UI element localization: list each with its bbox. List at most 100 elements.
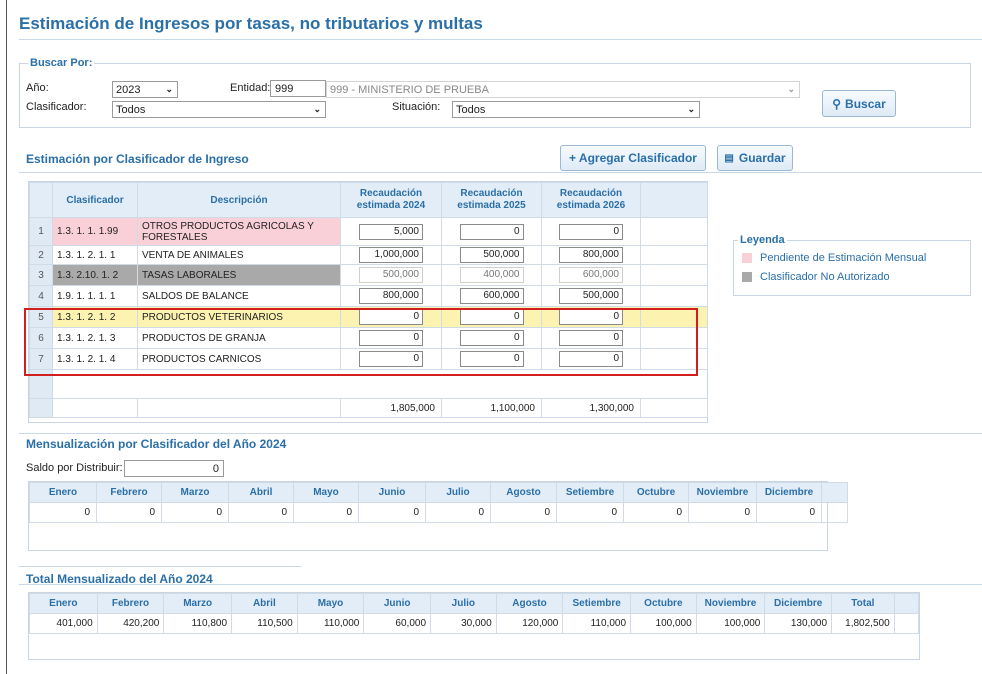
header-spacer [640,182,708,218]
search-legend: Buscar Por: [28,57,95,69]
balance-input[interactable]: 0 [124,460,224,477]
row-cell-2025: 400,000 [441,264,542,286]
header-2024: Recaudación estimada 2024 [340,182,442,218]
month-value[interactable]: 0 [293,502,359,523]
legend-item-pending: Pendiente de Estimación Mensual [742,252,926,264]
total-value: 110,500 [231,613,298,634]
month-value[interactable]: 0 [29,502,97,523]
row-description: TASAS LABORALES [137,264,341,286]
row-cell-2024: 800,000 [340,285,442,307]
situation-select[interactable]: Todos ⌄ [452,101,700,118]
total-value: 30,000 [430,613,497,634]
row-description: OTROS PRODUCTOS AGRICOLAS Y FORESTALES [137,217,341,246]
month-value[interactable]: 0 [490,502,557,523]
month-value[interactable]: 0 [161,502,229,523]
page-title: Estimación de Ingresos por tasas, no tri… [19,14,483,33]
row-cell-2024: 5,000 [340,217,442,246]
add-classifier-button[interactable]: + Agregar Clasificador [560,145,706,171]
month-header: Octubre [623,482,689,503]
totals-empty [137,398,341,418]
header-2025-line2: estimada 2025 [457,200,526,211]
total-values-row: 401,000 420,200 110,800 110,500 110,000 … [29,613,920,634]
row-spacer [640,217,708,246]
row-code: 1.3. 2.10. 1. 2 [52,264,138,286]
estimation-divider [19,172,982,173]
month-value[interactable]: 0 [425,502,491,523]
input-2025[interactable]: 0 [459,223,524,240]
month-value[interactable]: 0 [688,502,757,523]
entity-name-value: 999 - MINISTERIO DE PRUEBA [330,84,489,96]
search-button[interactable]: ⚲ Buscar [822,90,896,117]
balance-label: Saldo por Distribuir: [26,462,123,474]
input-2024: 500,000 [359,267,423,283]
row-description: SALDOS DE BALANCE [137,285,341,307]
row-number: 2 [29,245,53,265]
total-header: Agosto [495,593,564,614]
total-header: Total [831,593,895,614]
row-cell-2026: 600,000 [541,264,641,286]
entity-label: Entidad: [230,82,271,94]
table-row[interactable]: 3 1.3. 2.10. 1. 2 TASAS LABORALES 500,00… [29,264,708,286]
row-number: 4 [29,285,53,307]
table-row[interactable]: 2 1.3. 1. 2. 1. 1 VENTA DE ANIMALES 1,00… [29,245,708,265]
input-2026[interactable]: 500,000 [559,288,623,304]
input-2025[interactable]: 600,000 [459,288,524,304]
total-2025: 1,100,000 [441,398,542,418]
row-spacer [640,285,708,307]
monthly-divider [19,433,982,434]
input-2026[interactable]: 800,000 [559,247,623,263]
save-button-label: Guardar [738,151,786,165]
title-divider [19,39,982,40]
total-divider [19,566,301,567]
total-header: Abril [231,593,298,614]
month-header: Enero [29,482,97,503]
row-cell-2024: 1,000,000 [340,245,442,265]
save-button[interactable]: ▤ Guardar [717,145,793,171]
estimation-title: Estimación por Clasificador de Ingreso [26,152,249,166]
header-description: Descripción [137,182,341,218]
header-2025-line1: Recaudación [460,188,523,199]
legend-panel [733,240,971,296]
total-value: 110,000 [296,613,365,634]
input-2026[interactable]: 0 [559,223,623,240]
save-icon: ▤ [724,152,734,164]
total-header-spacer [893,593,920,614]
month-header: Febrero [96,482,162,503]
row-cell-2026: 500,000 [541,285,641,307]
monthly-values-row[interactable]: 0 0 0 0 0 0 0 0 0 0 0 0 [29,502,848,523]
total-header: Mayo [296,593,365,614]
input-2026: 600,000 [559,267,623,283]
input-2024[interactable]: 1,000,000 [359,247,423,263]
row-spacer [640,264,708,286]
estimation-grid: Clasificador Descripción Recaudación esti… [29,182,708,418]
month-value[interactable]: 0 [623,502,689,523]
header-2026: Recaudación estimada 2026 [541,182,641,218]
input-2025[interactable]: 500,000 [459,247,524,263]
header-2026-line2: estimada 2026 [556,200,626,211]
row-cell-2025: 600,000 [441,285,542,307]
entity-code-input[interactable]: 999 [270,80,326,97]
table-row[interactable]: 4 1.9. 1. 1. 1. 1 SALDOS DE BALANCE 800,… [29,285,708,307]
search-button-label: Buscar [845,96,886,111]
table-row[interactable]: 1 1.3. 1. 1. 1.99 OTROS PRODUCTOS AGRICO… [29,217,708,246]
legend-unauthorized-label: Clasificador No Autorizado [760,271,890,283]
month-value[interactable]: 0 [556,502,624,523]
month-value-spacer [821,502,848,523]
month-value[interactable]: 0 [228,502,294,523]
total-header: Diciembre [764,593,833,614]
month-value[interactable]: 0 [358,502,426,523]
year-select[interactable]: 2023 ⌄ [112,81,178,98]
total-header: Octubre [630,593,697,614]
totals-spacer [640,398,708,418]
situation-value: Todos [456,104,486,116]
month-header: Agosto [490,482,557,503]
month-value[interactable]: 0 [96,502,162,523]
classifier-select[interactable]: Todos ⌄ [112,101,326,118]
input-2024[interactable]: 800,000 [359,288,423,304]
total-header: Febrero [96,593,165,614]
entity-name-select: 999 - MINISTERIO DE PRUEBA ⌄ [326,81,800,98]
search-icon: ⚲ [832,96,842,111]
input-2024[interactable]: 5,000 [359,223,423,240]
month-value[interactable]: 0 [756,502,822,523]
total-header-row: Enero Febrero Marzo Abril Mayo Junio Jul… [29,593,920,614]
